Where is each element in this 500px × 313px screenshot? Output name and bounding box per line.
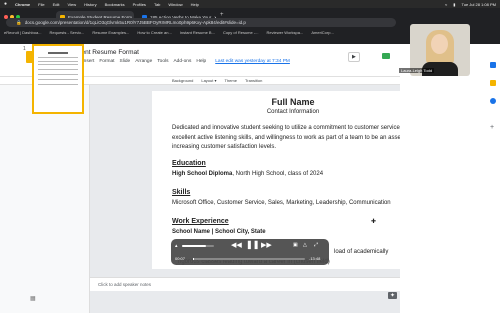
menu-chrome[interactable]: Chrome [15, 2, 30, 7]
menu-item-addons[interactable]: Add-ons [173, 59, 191, 64]
pause-icon[interactable]: ❚❚ [246, 240, 259, 249]
last-edit-link[interactable]: Last edit was yesterday at 7:34 PM [215, 59, 290, 64]
remaining-time: -13:48 [309, 256, 321, 261]
picture-in-picture-icon[interactable]: ▣ [293, 242, 298, 248]
bookmark-item[interactable]: AmeriCorp... [311, 30, 333, 35]
menu-file[interactable]: File [38, 2, 44, 7]
resume-name[interactable]: Full Name [152, 97, 434, 107]
volume-slider-fill [182, 245, 206, 247]
volume-slider[interactable] [182, 245, 214, 247]
bookmark-item[interactable]: eRecruit | Dashboa... [4, 30, 42, 35]
bookmark-item[interactable]: Resume Examples... [92, 30, 129, 35]
education-degree: High School Diploma [172, 171, 233, 177]
webcam-name-label: Laura-Leigh Todd [399, 68, 435, 73]
education-heading[interactable]: Education [172, 160, 206, 167]
presenter-face [431, 34, 448, 54]
menu-item-tools[interactable]: Tools [157, 59, 168, 64]
menu-item-format[interactable]: Format [99, 59, 114, 64]
work-school-line[interactable]: School Name | School City, State [172, 228, 422, 238]
toolbar-transition-button[interactable]: Transition [245, 78, 262, 83]
side-icon-tasks[interactable] [490, 98, 496, 104]
lock-icon: 🔒 [16, 19, 22, 25]
right-side-panel: + [400, 44, 500, 313]
slide-filmstrip: ▦ [0, 85, 90, 313]
fast-forward-icon[interactable]: ▶▶ [261, 241, 272, 249]
address-bar-url: docs.google.com/presentation/d/1qLiO3qGl… [24, 20, 246, 25]
toolbar-background-button[interactable]: Background [172, 78, 193, 83]
fullscreen-icon[interactable]: ⤢ [314, 242, 318, 248]
bookmark-item[interactable]: Instant Resume B... [180, 30, 215, 35]
menu-view[interactable]: View [68, 2, 77, 7]
skills-heading[interactable]: Skills [172, 189, 190, 196]
side-icon-calendar[interactable] [490, 62, 496, 68]
present-button[interactable]: ▶ [348, 52, 360, 62]
scrubber-progress [193, 258, 195, 260]
toolbar-layout-button[interactable]: Layout ▾ [201, 78, 216, 83]
rewind-icon[interactable]: ◀◀ [231, 241, 242, 249]
bookmark-item[interactable]: How to Create an... [137, 30, 171, 35]
menu-item-help[interactable]: Help [196, 59, 206, 64]
airplay-icon[interactable]: △ [303, 242, 307, 248]
wifi-icon[interactable]: ≈ [445, 2, 447, 7]
slide-thumbnail[interactable] [32, 44, 84, 114]
menu-edit[interactable]: Edit [53, 2, 60, 7]
bookmarks-bar: eRecruit | Dashboa... Requests - Servic.… [0, 28, 400, 36]
resume-contact[interactable]: Contact Information [152, 109, 434, 115]
menu-help[interactable]: Help [191, 2, 199, 7]
resume-summary[interactable]: Dedicated and innovative student seeking… [172, 124, 422, 153]
side-icon-keep[interactable] [490, 80, 496, 86]
elapsed-time: 00:07 [175, 256, 186, 261]
education-details: , North High School, class of 2024 [232, 171, 324, 177]
bookmark-item[interactable]: Requests - Servic... [50, 30, 85, 35]
video-player-controls: ▴ ◀◀ ❚❚ ▶▶ ▣ △ ⤢ 00:07 -13:48 [171, 239, 329, 265]
speaker-notes[interactable]: Click to add speaker notes [90, 277, 400, 291]
menu-profiles[interactable]: Profiles [133, 2, 146, 7]
side-icon-add[interactable]: + [490, 124, 494, 131]
apple-icon[interactable]: ● [4, 1, 7, 7]
battery-icon[interactable]: ▮ [453, 2, 455, 7]
skills-list[interactable]: Microsoft Office, Customer Service, Sale… [172, 199, 422, 209]
toolbar-theme-button[interactable]: Theme [225, 78, 237, 83]
bookmark-item[interactable]: Reviewer Workspa... [267, 30, 304, 35]
volume-icon[interactable]: ▴ [175, 243, 178, 249]
bookmark-item[interactable]: Copy of Resume -... [223, 30, 259, 35]
meet-camera-icon[interactable] [382, 53, 390, 59]
menu-clock[interactable]: Tue Jul 28 1:08 PM [461, 2, 496, 7]
education-line[interactable]: High School Diploma, North High School, … [172, 170, 422, 180]
slide-thumbnail-number: 1 [23, 46, 26, 52]
menu-tab[interactable]: Tab [154, 2, 160, 7]
grid-view-icon[interactable]: ▦ [30, 295, 36, 302]
menu-bookmarks[interactable]: Bookmarks [105, 2, 125, 7]
menu-item-arrange[interactable]: Arrange [135, 59, 152, 64]
address-bar[interactable]: 🔒 docs.google.com/presentation/d/1qLiO3q… [6, 18, 396, 27]
menu-window[interactable]: Window [168, 2, 182, 7]
mouse-cursor: ✚ [371, 219, 377, 225]
menu-history[interactable]: History [84, 2, 96, 7]
work-experience-heading[interactable]: Work Experience [172, 218, 229, 225]
menu-item-insert[interactable]: Insert [82, 59, 94, 64]
scrubber-track[interactable] [193, 258, 305, 260]
explore-icon[interactable]: ✦ [388, 292, 398, 299]
macos-menu-bar: ● Chrome File Edit View History Bookmark… [0, 0, 500, 8]
menu-item-slide[interactable]: Slide [120, 59, 131, 64]
